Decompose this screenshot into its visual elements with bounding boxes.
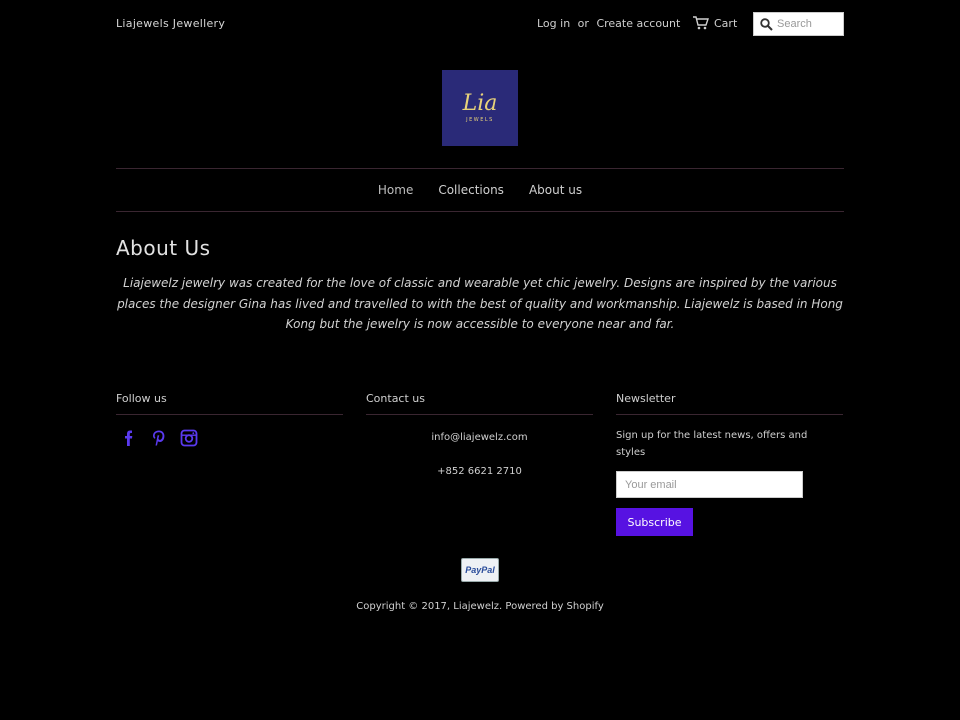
about-text: Liajewelz jewelry was created for the lo… (117, 276, 843, 331)
create-account-link[interactable]: Create account (596, 17, 680, 30)
newsletter-text: Sign up for the latest news, offers and … (616, 430, 808, 458)
site-logo[interactable]: Lia JEWELS (442, 70, 518, 146)
or-text: or (577, 17, 589, 30)
facebook-icon[interactable] (120, 429, 138, 447)
newsletter-email-input[interactable] (617, 477, 797, 492)
top-bar: Liajewels Jewellery Log in or Create acc… (116, 0, 844, 48)
search-box (753, 12, 844, 36)
cart-icon (693, 16, 709, 30)
main-nav: Home Collections About us (116, 168, 844, 212)
pinterest-icon[interactable] (150, 429, 168, 447)
footer-newsletter: Newsletter Sign up for the latest news, … (616, 392, 843, 536)
page-title: About Us (116, 236, 211, 260)
search-input[interactable] (777, 18, 837, 30)
account-links: Log in or Create account (537, 17, 684, 30)
nav-item-collections[interactable]: Collections (438, 183, 504, 197)
contact-email[interactable]: info@liajewelz.com (366, 432, 593, 443)
login-link[interactable]: Log in (537, 17, 570, 30)
search-icon[interactable] (760, 17, 773, 31)
store-name-link[interactable]: Liajewels Jewellery (116, 17, 225, 30)
footer-contact: Contact us info@liajewelz.com +852 6621 … (366, 392, 593, 477)
logo-word: Lia (462, 91, 498, 116)
contact-phone: +852 6621 2710 (437, 466, 522, 477)
cart-label: Cart (714, 16, 738, 30)
paypal-icon: PayPal (461, 558, 499, 582)
logo-subtitle: JEWELS (466, 117, 494, 123)
footer-follow: Follow us (116, 392, 343, 447)
contact-title: Contact us (366, 392, 593, 415)
subscribe-button[interactable]: Subscribe (616, 508, 693, 536)
instagram-icon[interactable] (180, 429, 198, 447)
cart-link[interactable]: Cart (693, 16, 737, 30)
follow-title: Follow us (116, 392, 343, 415)
newsletter-title: Newsletter (616, 392, 843, 415)
social-links (116, 429, 343, 447)
copyright-text: Copyright © 2017, Liajewelz. Powered by … (356, 601, 604, 612)
newsletter-email-box (616, 471, 803, 498)
nav-item-about[interactable]: About us (529, 183, 582, 197)
nav-item-home[interactable]: Home (378, 183, 413, 197)
